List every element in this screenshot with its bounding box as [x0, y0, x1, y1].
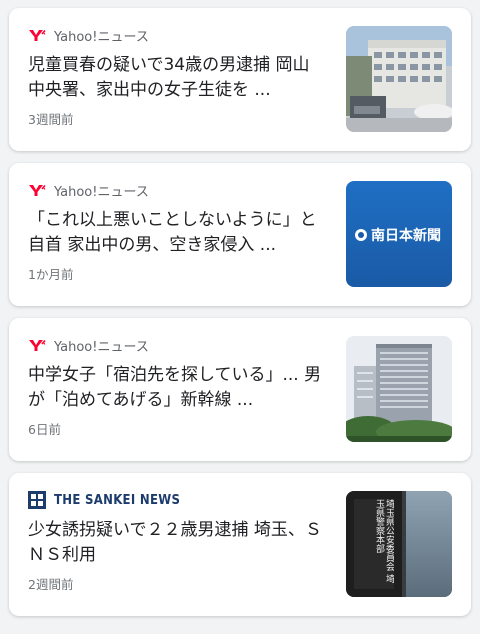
yahoo-y-icon [29, 29, 46, 41]
police-building-photo[interactable] [346, 26, 452, 132]
news-card[interactable]: Yahoo!ニュース 中学女子「宿泊先を探している」... 男が「泊めてあげる」… [9, 318, 471, 461]
news-card[interactable]: Yahoo!ニュース 「これ以上悪いことしないように」と自首 家出中の男、空き家… [9, 163, 471, 306]
published-time: 1か月前 [28, 267, 74, 282]
newspaper-emblem-icon [355, 229, 367, 241]
minami-nippon-shimbun-logo[interactable]: 南日本新聞 [346, 181, 452, 287]
news-source: Yahoo!ニュース [28, 337, 149, 355]
thumbnail-logo-text: 南日本新聞 [371, 228, 441, 244]
headline-link[interactable]: 「これ以上悪いことしないように」と自首 家出中の男、空き家侵入 ... [28, 208, 326, 258]
yahoo-y-icon [29, 339, 46, 351]
published-time: 2週間前 [28, 577, 74, 592]
headline-link[interactable]: 児童買春の疑いで34歳の男逮捕 岡山中央署、家出中の女子生徒を ... [28, 53, 326, 103]
news-card[interactable]: Yahoo!ニュース 児童買春の疑いで34歳の男逮捕 岡山中央署、家出中の女子生… [9, 8, 471, 151]
thumbnail-sign-text: 埼玉県公安委員会 埼玉県警察本部 [354, 499, 394, 589]
news-source: THE SANKEI NEWS [28, 491, 181, 509]
source-name: Yahoo!ニュース [54, 184, 149, 200]
news-card[interactable]: THE SANKEI NEWS 少女誘拐疑いで２２歳男逮捕 埼玉、ＳＮＳ利用 2… [9, 473, 471, 616]
sankei-logo-icon [28, 491, 46, 509]
headline-link[interactable]: 中学女子「宿泊先を探している」... 男が「泊めてあげる」新幹線 ... [28, 363, 326, 413]
yahoo-y-icon [29, 184, 46, 196]
source-name: Yahoo!ニュース [54, 339, 149, 355]
news-source: Yahoo!ニュース [28, 27, 149, 45]
published-time: 6日前 [28, 422, 61, 437]
published-time: 3週間前 [28, 112, 74, 127]
saitama-police-sign-photo[interactable]: 埼玉県公安委員会 埼玉県警察本部 [346, 491, 452, 597]
source-name: Yahoo!ニュース [54, 29, 149, 45]
news-source: Yahoo!ニュース [28, 182, 149, 200]
source-name: THE SANKEI NEWS [54, 492, 181, 508]
headline-link[interactable]: 少女誘拐疑いで２２歳男逮捕 埼玉、ＳＮＳ利用 [28, 518, 326, 568]
office-tower-photo[interactable] [346, 336, 452, 442]
